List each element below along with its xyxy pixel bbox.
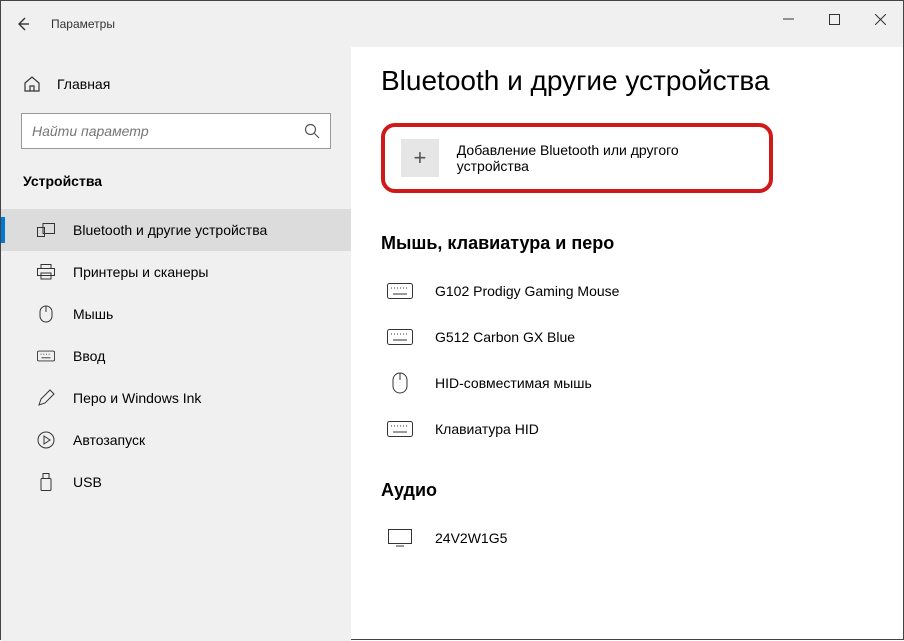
home-icon xyxy=(23,75,41,93)
maximize-icon xyxy=(829,14,840,25)
device-label: G102 Prodigy Gaming Mouse xyxy=(435,283,619,299)
device-label: Клавиатура HID xyxy=(435,421,539,437)
page-title: Bluetooth и другие устройства xyxy=(381,65,873,97)
search-input[interactable] xyxy=(32,123,304,139)
arrow-left-icon xyxy=(15,16,31,32)
sidebar-item-printers[interactable]: Принтеры и сканеры xyxy=(1,251,351,293)
home-label: Главная xyxy=(57,76,110,92)
minimize-button[interactable] xyxy=(765,1,811,37)
content-area: Bluetooth и другие устройства + Добавлен… xyxy=(351,47,903,641)
device-item[interactable]: HID-совместимая мышь xyxy=(381,360,873,406)
sidebar-item-pen[interactable]: Перо и Windows Ink xyxy=(1,377,351,419)
home-link[interactable]: Главная xyxy=(1,65,351,103)
add-device-button[interactable]: + Добавление Bluetooth или другого устро… xyxy=(381,123,773,193)
nav-label: Автозапуск xyxy=(73,432,145,448)
plus-icon: + xyxy=(401,139,439,177)
sidebar-item-bluetooth[interactable]: Bluetooth и другие устройства xyxy=(1,209,351,251)
device-item[interactable]: G102 Prodigy Gaming Mouse xyxy=(381,268,873,314)
sidebar-item-typing[interactable]: Ввод xyxy=(1,335,351,377)
search-box[interactable] xyxy=(21,113,331,149)
sidebar-item-autoplay[interactable]: Автозапуск xyxy=(1,419,351,461)
sidebar-section-header: Устройства xyxy=(1,165,351,209)
keyboard-icon xyxy=(387,280,413,302)
mouse-icon xyxy=(37,305,55,323)
mouse-icon xyxy=(387,372,413,394)
close-button[interactable] xyxy=(857,1,903,37)
window-title: Параметры xyxy=(51,17,115,31)
nav-label: Перо и Windows Ink xyxy=(73,390,201,406)
section-input-header: Мышь, клавиатура и перо xyxy=(381,233,873,254)
close-icon xyxy=(875,14,886,25)
window-controls xyxy=(765,1,903,37)
autoplay-icon xyxy=(37,431,55,449)
back-button[interactable] xyxy=(1,1,45,47)
printer-icon xyxy=(37,263,55,281)
nav-label: Bluetooth и другие устройства xyxy=(73,222,267,238)
sidebar-item-mouse[interactable]: Мышь xyxy=(1,293,351,335)
keyboard-icon xyxy=(387,326,413,348)
usb-icon xyxy=(37,473,55,491)
search-icon xyxy=(304,123,320,139)
nav-label: Мышь xyxy=(73,306,113,322)
device-label: 24V2W1G5 xyxy=(435,530,507,546)
keyboard-icon xyxy=(387,418,413,440)
monitor-icon xyxy=(387,527,413,549)
device-label: G512 Carbon GX Blue xyxy=(435,329,575,345)
device-label: HID-совместимая мышь xyxy=(435,375,592,391)
minimize-icon xyxy=(783,14,794,25)
device-item[interactable]: G512 Carbon GX Blue xyxy=(381,314,873,360)
add-device-label: Добавление Bluetooth или другого устройс… xyxy=(457,142,753,174)
device-item[interactable]: Клавиатура HID xyxy=(381,406,873,452)
sidebar: Главная Устройства Bluetooth и другие ус… xyxy=(1,47,351,641)
nav-label: Ввод xyxy=(73,348,105,364)
nav-label: USB xyxy=(73,474,102,490)
devices-icon xyxy=(37,221,55,239)
nav-label: Принтеры и сканеры xyxy=(73,264,208,280)
pen-icon xyxy=(37,389,55,407)
titlebar: Параметры xyxy=(1,1,903,47)
keyboard-icon xyxy=(37,347,55,365)
section-audio-header: Аудио xyxy=(381,480,873,501)
device-item[interactable]: 24V2W1G5 xyxy=(381,515,873,561)
sidebar-item-usb[interactable]: USB xyxy=(1,461,351,503)
maximize-button[interactable] xyxy=(811,1,857,37)
